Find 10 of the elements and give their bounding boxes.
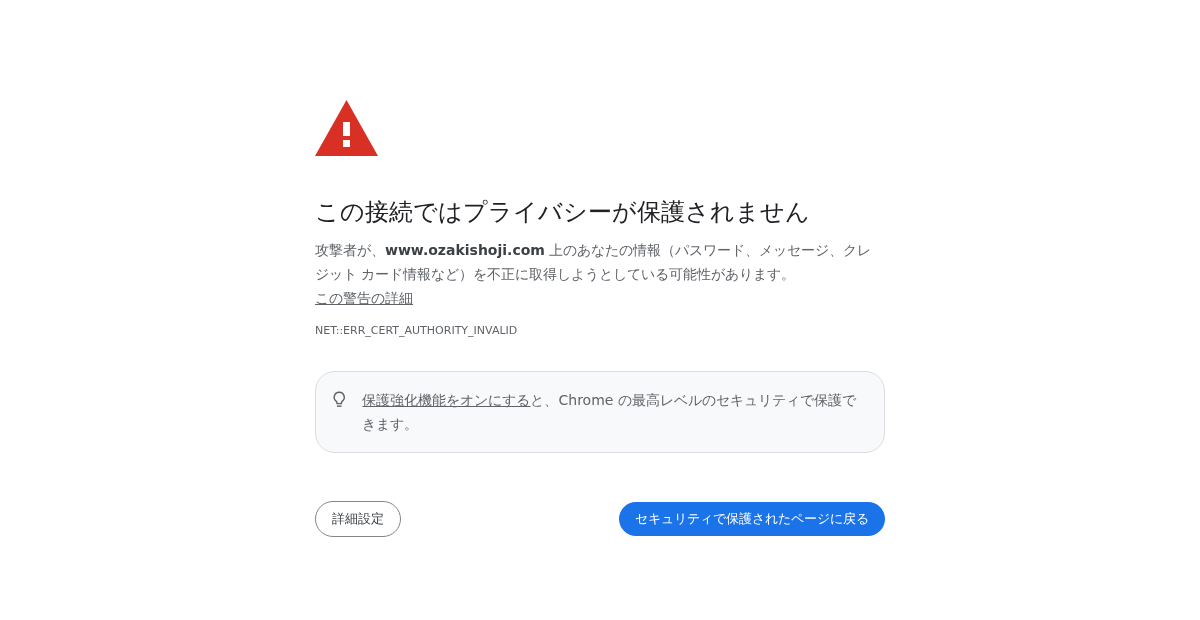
advanced-button[interactable]: 詳細設定 [315,501,401,537]
warning-icon [315,100,378,156]
back-to-safety-button[interactable]: セキュリティで保護されたページに戻る [619,502,885,536]
details-link[interactable]: この警告の詳細 [315,290,413,306]
enhanced-protection-link[interactable]: 保護強化機能をオンにする [362,392,531,408]
lightbulb-icon [332,390,347,410]
page-title: この接続ではプライバシーが保護されません [315,197,811,228]
error-code: NET::ERR_CERT_AUTHORITY_INVALID [315,324,518,337]
warning-message: 攻撃者が、www.ozakishoji.com 上のあなたの情報（パスワード、メッセージ、クレジット カード情報など）を不正に取得しようとしている可能性があります。 この警告の詳細 [315,241,873,308]
tip-text: 保護強化機能をオンにする と、Chrome の最高レベルのセキュリティで保護できます。 [362,391,857,434]
